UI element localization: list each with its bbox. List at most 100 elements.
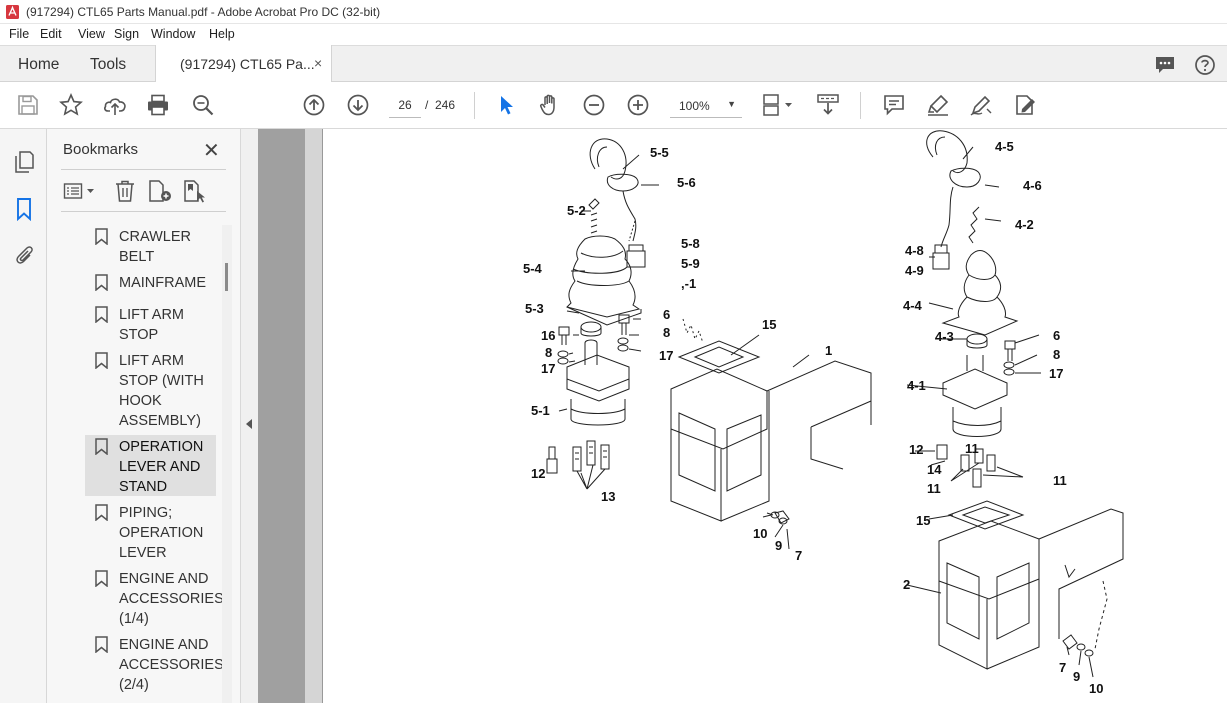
callout-label: 5-3	[525, 301, 544, 316]
fittings-13	[572, 440, 610, 472]
bookmark-item-selected[interactable]: OPERATION LEVER AND STAND	[85, 435, 216, 496]
scroll-mode-icon[interactable]	[816, 93, 840, 117]
page-number-input[interactable]: 26	[389, 93, 421, 118]
menu-window[interactable]: Window	[151, 27, 195, 41]
right-lever-assembly	[906, 130, 1124, 678]
document-tab-label: (917294) CTL65 Pa...	[180, 56, 315, 72]
rubber-boot-4-4	[941, 250, 1019, 336]
comment-bubble-icon[interactable]	[1154, 54, 1176, 76]
callout-label: 4-8	[905, 243, 924, 258]
callout-label: 15	[916, 513, 930, 528]
stand-1	[810, 401, 872, 470]
fill-sign-icon[interactable]	[1013, 93, 1037, 117]
tab-home[interactable]: Home	[18, 56, 59, 74]
menu-help[interactable]: Help	[209, 27, 235, 41]
close-tab-icon[interactable]: ×	[314, 55, 322, 71]
leader-lines	[1094, 580, 1108, 650]
callout-label: 4-2	[1015, 217, 1034, 232]
panel-collapse-handle[interactable]	[240, 129, 258, 703]
toolbar-divider	[474, 92, 475, 119]
stand-2	[946, 562, 1030, 640]
bookmark-item[interactable]: PIPING; OPERATION LEVER	[85, 501, 216, 565]
toolbar: 26 / 246 100% ▼	[0, 82, 1227, 129]
bookmark-options-icon[interactable]	[63, 179, 99, 203]
page-thumbnails-icon[interactable]	[13, 150, 35, 174]
upload-icon[interactable]	[103, 93, 127, 117]
zoom-out-icon[interactable]	[582, 93, 606, 117]
bolt-6	[1004, 340, 1016, 361]
callout-label: 5-1	[531, 403, 550, 418]
delete-icon[interactable]	[113, 179, 137, 203]
close-panel-icon[interactable]: ✕	[203, 138, 220, 163]
zoom-in-icon[interactable]	[626, 93, 650, 117]
bookmarks-scrollbar[interactable]	[222, 225, 232, 703]
callout-label: 10	[1089, 681, 1103, 696]
bookmark-item[interactable]: MAINFRAME	[85, 271, 216, 295]
lever-grip-right	[926, 130, 968, 174]
draw-icon[interactable]	[969, 93, 993, 117]
tab-document[interactable]: (917294) CTL65 Pa... ×	[155, 45, 332, 83]
pilot-valve-4-1	[942, 368, 1008, 410]
callout-label: 4-1	[907, 378, 926, 393]
menu-edit[interactable]: Edit	[40, 27, 62, 41]
page-total: 246	[435, 98, 456, 112]
callout-label: 2	[903, 577, 910, 592]
lever-grip-right	[934, 136, 946, 156]
callout-label: 12	[909, 442, 923, 457]
callout-label: 9	[1073, 669, 1080, 684]
rubber-boot-4-4	[966, 274, 998, 302]
bookmark-star-icon[interactable]	[59, 93, 83, 117]
page-view-icon[interactable]	[761, 93, 795, 117]
bookmark-item[interactable]: ENGINE AND ACCESSORIES (2/4)	[85, 633, 222, 697]
hand-icon[interactable]	[538, 93, 562, 117]
bookmark-label: CRAWLER BELT	[119, 229, 191, 265]
highlight-icon[interactable]	[926, 93, 950, 117]
lever-cable-left	[622, 190, 637, 242]
callout-label: ,-1	[681, 276, 696, 291]
help-icon[interactable]	[1194, 54, 1216, 76]
bookmark-item[interactable]: CRAWLER BELT	[85, 225, 216, 269]
bookmark-icon	[95, 570, 108, 587]
bookmark-item[interactable]: ENGINE AND ACCESSORIES (1/4)	[85, 567, 222, 631]
bookmark-icon	[95, 504, 108, 521]
connector-4-8	[932, 252, 950, 270]
rubber-boot-5-4	[572, 250, 630, 286]
bookmark-icon	[95, 306, 108, 323]
toolbar-divider	[860, 92, 861, 119]
document-view[interactable]: 5-5 5-6 5-2 5-8 5-9 5-4 ,-1 5-3 6 8 17 1…	[258, 129, 1227, 703]
bookmark-item[interactable]: LIFT ARM STOP	[85, 303, 216, 347]
save-icon[interactable]	[16, 93, 40, 117]
bookmark-from-selection-icon[interactable]	[182, 179, 208, 203]
comment-icon[interactable]	[882, 93, 906, 117]
menu-sign[interactable]: Sign	[114, 27, 139, 41]
leader-lines	[682, 318, 704, 344]
stand-1	[766, 360, 872, 428]
menu-file[interactable]: File	[9, 27, 29, 41]
zoom-select[interactable]: 100% ▼	[670, 93, 742, 118]
callout-label: 11	[1053, 473, 1067, 488]
scrollbar-thumb[interactable]	[225, 263, 228, 291]
bookmarks-icon[interactable]	[13, 197, 35, 221]
page-down-icon[interactable]	[346, 93, 370, 117]
callout-label: 4-4	[903, 298, 923, 313]
attachments-icon[interactable]	[13, 243, 35, 267]
washer-9	[1076, 643, 1086, 651]
bookmark-item[interactable]: LIFT ARM STOP (WITH HOOK ASSEMBLY)	[85, 349, 216, 433]
callout-label: 8	[1053, 347, 1060, 362]
left-lever-assembly	[546, 138, 872, 550]
new-bookmark-icon[interactable]	[147, 179, 173, 203]
tab-tools[interactable]: Tools	[90, 56, 126, 74]
callout-label: 14	[927, 462, 942, 477]
select-cursor-icon[interactable]	[495, 93, 519, 117]
stand-2	[938, 539, 1040, 670]
title-bar: (917294) CTL65 Parts Manual.pdf - Adobe …	[0, 0, 1227, 24]
lever-grip-left	[596, 146, 608, 168]
mounting-plate-15	[947, 500, 1025, 530]
menu-view[interactable]: View	[78, 27, 105, 41]
search-zoom-icon[interactable]	[191, 93, 215, 117]
callout-label: 6	[1053, 328, 1060, 343]
stand-1	[670, 389, 770, 522]
page-up-icon[interactable]	[302, 93, 326, 117]
callout-label: 8	[545, 345, 552, 360]
print-icon[interactable]	[146, 93, 170, 117]
